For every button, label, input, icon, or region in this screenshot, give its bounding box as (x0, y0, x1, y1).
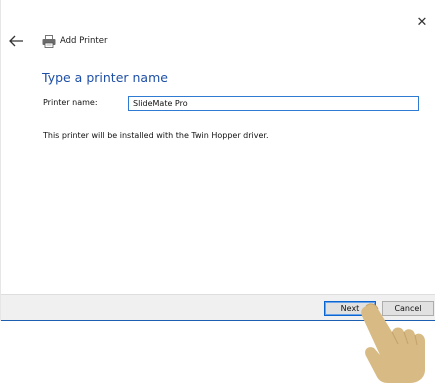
close-button[interactable]: ✕ (409, 12, 435, 34)
printer-name-label: Printer name: (43, 98, 98, 107)
dialog-border (0, 0, 1, 321)
close-icon: ✕ (416, 15, 428, 30)
screen: ✕ Add Printer Type a printer name Printe… (0, 0, 435, 383)
page-title: Type a printer name (42, 70, 168, 85)
add-printer-dialog: ✕ Add Printer Type a printer name Printe… (0, 0, 435, 321)
window-title: Add Printer (60, 36, 108, 46)
back-arrow-icon[interactable] (8, 34, 24, 48)
printer-name-input[interactable] (128, 96, 419, 111)
driver-info-text: This printer will be installed with the … (43, 131, 269, 140)
pointing-hand-icon (361, 303, 425, 383)
printer-icon (42, 35, 56, 48)
